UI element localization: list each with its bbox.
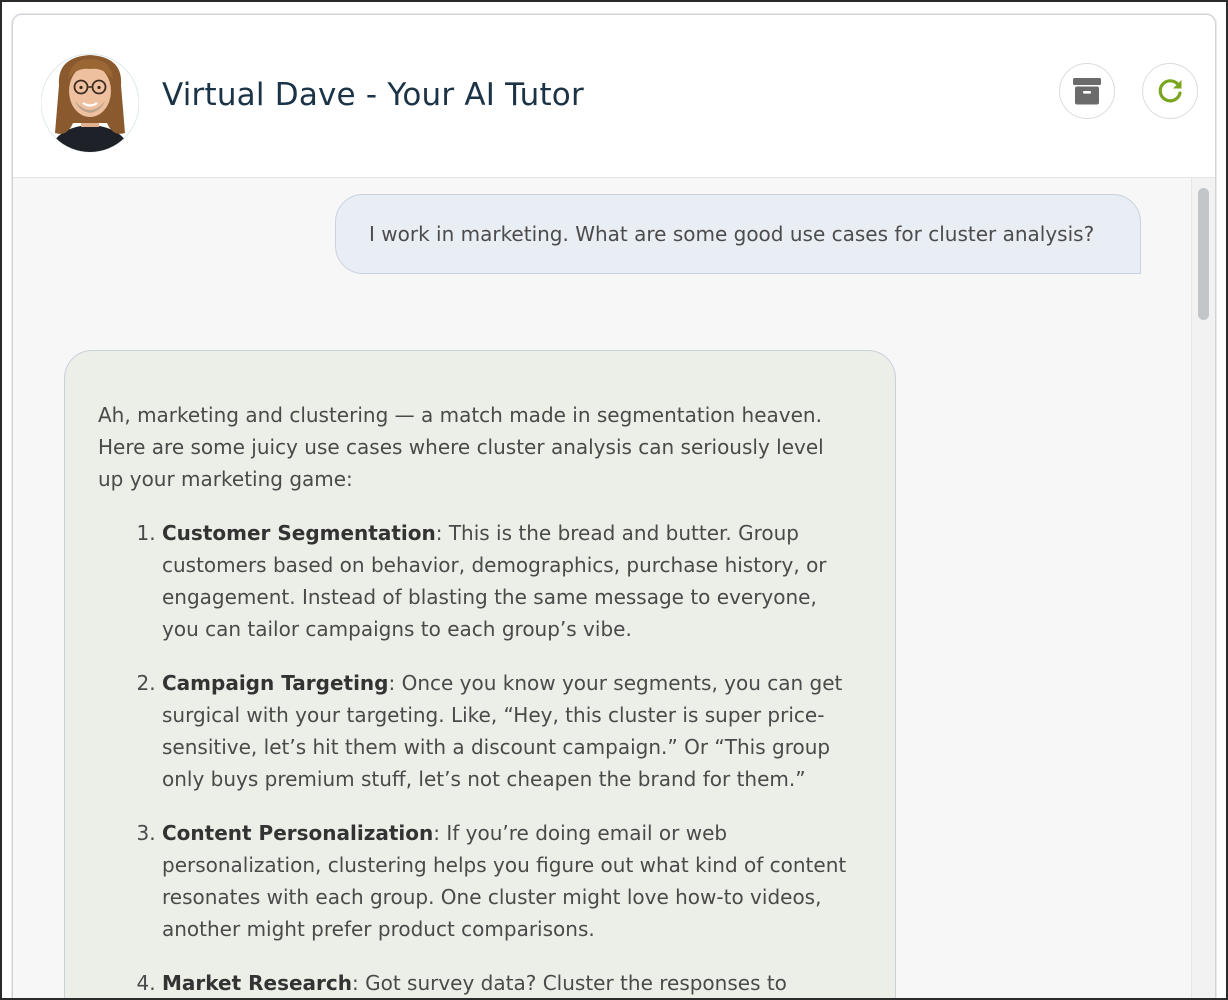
refresh-button[interactable] [1142, 63, 1198, 119]
refresh-icon [1158, 79, 1182, 103]
list-item: Content Personalization: If you’re doing… [162, 817, 855, 945]
assistant-intro: Ah, marketing and clustering — a match m… [98, 403, 824, 491]
chat-scrollbar[interactable] [1191, 178, 1215, 998]
list-item: Market Research: Got survey data? Cluste… [162, 967, 855, 998]
use-case-list: Customer Segmentation: This is the bread… [98, 517, 855, 998]
user-message: I work in marketing. What are some good … [335, 194, 1141, 274]
archive-button[interactable] [1059, 63, 1115, 119]
dave-avatar-image [40, 53, 140, 153]
list-item-title: Customer Segmentation [162, 521, 436, 545]
list-item-title: Campaign Targeting [162, 671, 389, 695]
assistant-message: Ah, marketing and clustering — a match m… [64, 350, 896, 998]
chat-window: Virtual Dave - Your AI Tutor I work in m… [12, 14, 1216, 998]
archive-icon [1073, 78, 1101, 105]
list-item-title: Market Research [162, 971, 352, 995]
chat-header: Virtual Dave - Your AI Tutor [13, 15, 1215, 178]
list-item-text: : Got survey data? Cluster the responses… [352, 971, 787, 995]
scrollbar-thumb[interactable] [1198, 188, 1209, 320]
list-item: Campaign Targeting: Once you know your s… [162, 667, 855, 795]
chat-messages: I work in marketing. What are some good … [13, 178, 1191, 998]
app-frame: Virtual Dave - Your AI Tutor I work in m… [0, 0, 1228, 1000]
list-item: Customer Segmentation: This is the bread… [162, 517, 855, 645]
list-item-title: Content Personalization [162, 821, 434, 845]
avatar [40, 45, 140, 153]
page-title: Virtual Dave - Your AI Tutor [162, 77, 584, 113]
